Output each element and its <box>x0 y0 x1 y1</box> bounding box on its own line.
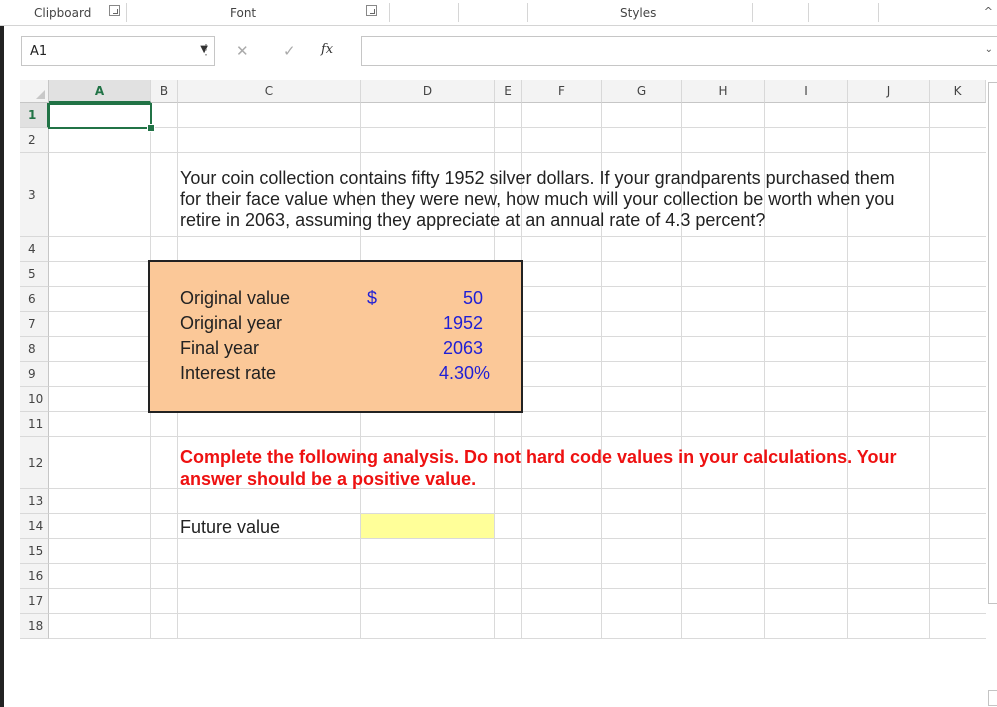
row-header-16[interactable]: 16 <box>20 564 49 589</box>
gridline <box>49 127 986 128</box>
enter-icon[interactable]: ✓ <box>283 42 296 60</box>
row-header-7[interactable]: 7 <box>20 312 49 337</box>
row-header-15[interactable]: 15 <box>20 539 49 564</box>
row-header-11[interactable]: 11 <box>20 412 49 437</box>
ribbon-separator <box>126 3 127 22</box>
ribbon-separator <box>389 3 390 22</box>
row-header-10[interactable]: 10 <box>20 387 49 412</box>
ribbon-separator <box>752 3 753 22</box>
column-header-f[interactable]: F <box>522 80 602 103</box>
instruction-text-line-1: Complete the following analysis. Do not … <box>180 447 897 467</box>
column-header-c[interactable]: C <box>178 80 361 103</box>
future-value-answer-cell[interactable] <box>361 514 494 538</box>
row-header-13[interactable]: 13 <box>20 489 49 514</box>
column-header-e[interactable]: E <box>495 80 522 103</box>
row-header-5[interactable]: 5 <box>20 262 49 287</box>
ribbon-separator <box>527 3 528 22</box>
gridline <box>49 513 986 514</box>
collapse-ribbon-icon[interactable]: ^ <box>984 5 993 18</box>
currency-symbol: $ <box>367 288 378 308</box>
row-header-17[interactable]: 17 <box>20 589 49 614</box>
gridline <box>929 103 930 639</box>
column-header-k[interactable]: K <box>930 80 986 103</box>
fill-handle[interactable] <box>147 124 155 132</box>
input-label-original-year: Original year <box>180 313 283 333</box>
ribbon-group-clipboard: Clipboard <box>34 6 92 20</box>
question-text-line-3: retire in 2063, assuming they appreciate… <box>180 210 766 230</box>
clipboard-launcher-icon[interactable] <box>109 5 120 16</box>
ribbon-separator <box>878 3 879 22</box>
column-header-i[interactable]: I <box>765 80 848 103</box>
column-header-b[interactable]: B <box>151 80 178 103</box>
active-cell-a1[interactable] <box>48 103 152 129</box>
window-left-edge <box>0 0 4 707</box>
input-label-final-year: Final year <box>180 338 260 358</box>
ribbon-group-styles: Styles <box>620 6 657 20</box>
ribbon-separator <box>458 3 459 22</box>
input-value-original-year[interactable]: 1952 <box>389 313 483 334</box>
ribbon-group-bar: Clipboard Font Styles ^ <box>0 0 997 26</box>
formula-bar-resize-icon[interactable]: ⋮ <box>199 41 213 58</box>
gridline <box>49 436 986 437</box>
ribbon-group-font: Font <box>230 6 257 20</box>
gridline <box>49 588 986 589</box>
expand-formula-bar-icon[interactable]: ⌄ <box>985 44 993 55</box>
row-header-2[interactable]: 2 <box>20 128 49 153</box>
gridline <box>49 613 986 614</box>
row-header-9[interactable]: 9 <box>20 362 49 387</box>
input-value-interest-rate[interactable]: 4.30% <box>389 363 490 384</box>
row-header-12[interactable]: 12 <box>20 437 49 489</box>
name-box-value: A1 <box>30 44 48 59</box>
input-label-original-value: Original value <box>180 288 291 308</box>
row-header-14[interactable]: 14 <box>20 514 49 539</box>
gridline <box>49 563 986 564</box>
column-header-d[interactable]: D <box>361 80 495 103</box>
gridline <box>49 538 986 539</box>
formula-bar: A1 ▼ ⋮ ✕ ✓ fx ⌄ <box>0 34 997 68</box>
column-header-j[interactable]: J <box>848 80 930 103</box>
gridline <box>49 638 986 639</box>
vertical-scrollbar[interactable] <box>986 80 997 706</box>
ribbon-separator <box>808 3 809 22</box>
question-text-line-1: Your coin collection contains fifty 1952… <box>180 168 895 188</box>
instruction-text-line-2: answer should be a positive value. <box>180 469 477 489</box>
column-header-g[interactable]: G <box>602 80 682 103</box>
formula-input[interactable]: ⌄ <box>361 36 997 66</box>
column-header-h[interactable]: H <box>682 80 765 103</box>
inputs-box <box>148 260 523 413</box>
scrollbar-arrow[interactable] <box>988 690 997 706</box>
gridline <box>49 152 986 153</box>
row-header-4[interactable]: 4 <box>20 237 49 262</box>
input-label-interest-rate: Interest rate <box>180 363 277 383</box>
question-text-line-2: for their face value when they were new,… <box>180 189 895 209</box>
row-header-6[interactable]: 6 <box>20 287 49 312</box>
row-header-3[interactable]: 3 <box>20 153 49 237</box>
scrollbar-thumb[interactable] <box>988 82 997 604</box>
insert-function-icon[interactable]: fx <box>321 42 333 57</box>
cancel-icon[interactable]: ✕ <box>236 42 249 60</box>
column-header-a[interactable]: A <box>49 80 151 103</box>
input-value-original-value[interactable]: 50 <box>389 288 483 309</box>
row-header-18[interactable]: 18 <box>20 614 49 639</box>
font-launcher-icon[interactable] <box>366 5 377 16</box>
row-header-1[interactable]: 1 <box>20 103 49 128</box>
select-all-button[interactable] <box>20 80 49 103</box>
input-value-final-year[interactable]: 2063 <box>389 338 483 359</box>
name-box[interactable]: A1 ▼ <box>21 36 215 66</box>
future-value-label: Future value <box>180 517 281 537</box>
gridline <box>49 236 986 237</box>
row-header-8[interactable]: 8 <box>20 337 49 362</box>
